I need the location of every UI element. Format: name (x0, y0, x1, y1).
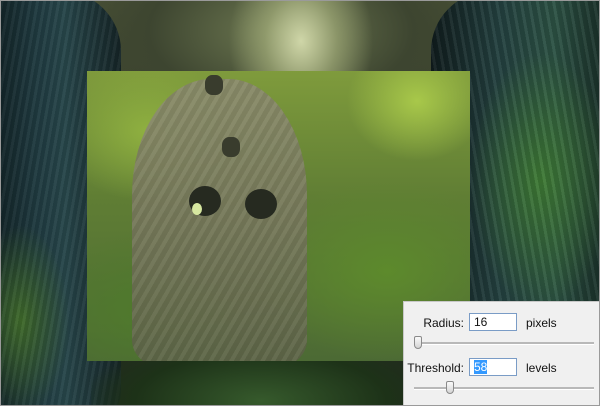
threshold-slider-track (414, 387, 594, 390)
threshold-label: Threshold: (407, 361, 464, 375)
threshold-slider[interactable] (414, 381, 594, 394)
threshold-value: 58 (474, 360, 488, 374)
smart-blur-options-panel: Radius: 16 pixels Threshold: 58 levels (403, 301, 599, 405)
radius-slider[interactable] (413, 336, 594, 349)
threshold-row: Threshold: 58 levels (404, 357, 599, 379)
radius-label: Radius: (423, 316, 464, 330)
statue-spot (222, 137, 240, 157)
statue-right-eye (245, 189, 277, 219)
leaf-highlight (192, 203, 202, 215)
radius-value: 16 (474, 315, 488, 329)
threshold-slider-thumb[interactable] (446, 381, 454, 394)
radius-slider-track (414, 342, 594, 345)
statue-spot (205, 75, 223, 95)
radius-unit: pixels (526, 316, 557, 330)
stone-statue (132, 79, 307, 361)
threshold-unit: levels (526, 361, 557, 375)
radius-input[interactable]: 16 (469, 313, 517, 331)
radius-slider-thumb[interactable] (413, 336, 422, 349)
radius-row: Radius: 16 pixels (404, 312, 599, 334)
threshold-input[interactable]: 58 (469, 358, 517, 376)
image-canvas: Radius: 16 pixels Threshold: 58 levels (0, 0, 600, 406)
